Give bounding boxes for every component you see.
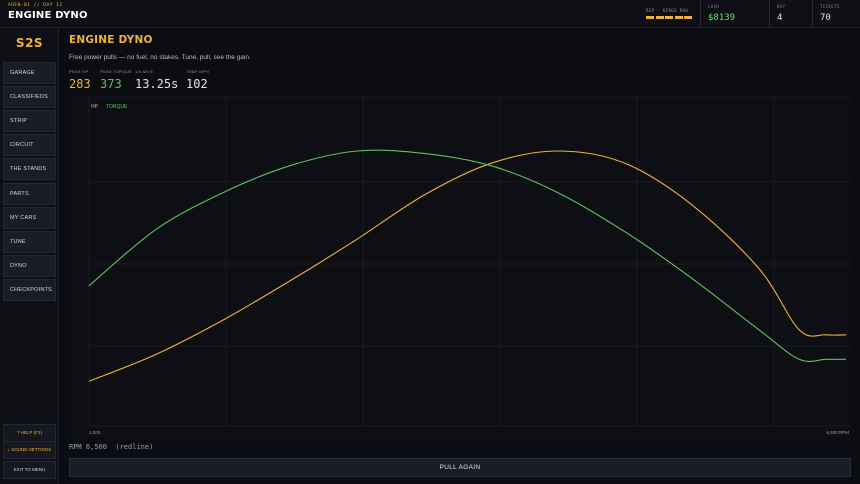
rep-label: REP · KINGS ROW: [646, 8, 689, 13]
x-tick-max: 6,500 RPM: [826, 430, 849, 435]
exit-to-menu-button[interactable]: EXIT TO MENU: [3, 461, 56, 479]
chart-lines: [88, 149, 847, 382]
sidebar-item-tune[interactable]: TUNE: [3, 231, 56, 253]
quarter-mile-value: 13.25s: [135, 77, 179, 91]
trap-mph-label: TRAP MPH: [186, 69, 209, 74]
quarter-mile-label: 1/4 MILE: [135, 69, 154, 74]
sidebar-item-dyno[interactable]: DYNO: [3, 255, 56, 277]
rep-meter: REP · KINGS ROW: [646, 8, 696, 19]
top-bar: AREN-01 // DAY 12 ENGINE DYNO REP · KING…: [0, 0, 860, 28]
peak-torque-metric: PEAK TORQUE 373: [100, 69, 132, 91]
tickets-stat: TICKETS 70: [812, 0, 860, 28]
help-button[interactable]: ? HELP (F1): [3, 424, 56, 442]
sidebar: S2S GARAGE CLASSIFIEDS STRIP CIRCUIT THE…: [0, 28, 59, 484]
rpm-readout: RPM 6,500 (redline): [69, 443, 154, 451]
peak-hp-value: 283: [69, 77, 91, 91]
tickets-label: TICKETS: [820, 4, 840, 9]
peak-torque-label: PEAK TORQUE: [100, 69, 133, 74]
rep-bar: [684, 16, 692, 19]
sidebar-item-strip[interactable]: STRIP: [3, 110, 56, 132]
sidebar-item-parts[interactable]: PARTS: [3, 183, 56, 205]
sidebar-item-checkpoints[interactable]: CHECKPOINTS: [3, 279, 56, 301]
hp-curve: [88, 150, 847, 382]
peak-hp-metric: PEAK HP 283: [69, 69, 91, 91]
day-value: 4: [777, 13, 783, 23]
sidebar-item-the-stands[interactable]: THE STANDS: [3, 158, 56, 180]
dyno-chart-svg: HP TORQUE 1,000 6,500 RPM: [88, 96, 851, 435]
sidebar-item-classifieds[interactable]: CLASSIFIEDS: [3, 86, 56, 108]
page-description: Free power pulls — no fuel, no stakes. T…: [69, 54, 251, 61]
x-tick-min: 1,000: [89, 430, 101, 435]
rep-bar: [655, 16, 664, 19]
rep-bar: [646, 16, 654, 19]
chart-grid: [88, 96, 851, 427]
peak-hp-label: PEAK HP: [69, 69, 89, 74]
app-logo: S2S: [15, 36, 44, 50]
dyno-chart: HP TORQUE 1,000 6,500 RPM: [69, 96, 851, 438]
trap-mph-value: 102: [186, 77, 208, 91]
sound-settings-button[interactable]: ♪ SOUND SETTINGS: [3, 441, 56, 459]
legend-hp: HP: [91, 104, 99, 110]
cash-stat: CASH $8139: [700, 0, 768, 28]
tickets-value: 70: [820, 13, 831, 23]
sidebar-item-garage[interactable]: GARAGE: [3, 62, 56, 84]
sidebar-item-circuit[interactable]: CIRCUIT: [3, 134, 56, 156]
legend-torque: TORQUE: [106, 104, 128, 110]
day-label: DAY: [777, 4, 786, 9]
header-title-block: AREN-01 // DAY 12 ENGINE DYNO: [8, 3, 88, 21]
quarter-mile-metric: 1/4 MILE 13.25s: [135, 69, 178, 91]
trap-mph-metric: TRAP MPH 102: [186, 69, 209, 91]
sidebar-item-my-cars[interactable]: MY CARS: [3, 207, 56, 229]
rep-bar: [674, 16, 683, 19]
rep-bar: [665, 16, 673, 19]
cash-value: $8139: [708, 13, 736, 23]
pull-again-button[interactable]: PULL AGAIN: [69, 458, 851, 477]
header-title: ENGINE DYNO: [8, 10, 88, 21]
day-stat: DAY 4: [769, 0, 811, 28]
cash-label: CASH: [708, 4, 720, 9]
header-subtitle: AREN-01 // DAY 12: [8, 3, 63, 8]
peak-torque-value: 373: [100, 77, 122, 91]
page-title: ENGINE DYNO: [69, 34, 153, 46]
rep-bars: [646, 16, 696, 19]
